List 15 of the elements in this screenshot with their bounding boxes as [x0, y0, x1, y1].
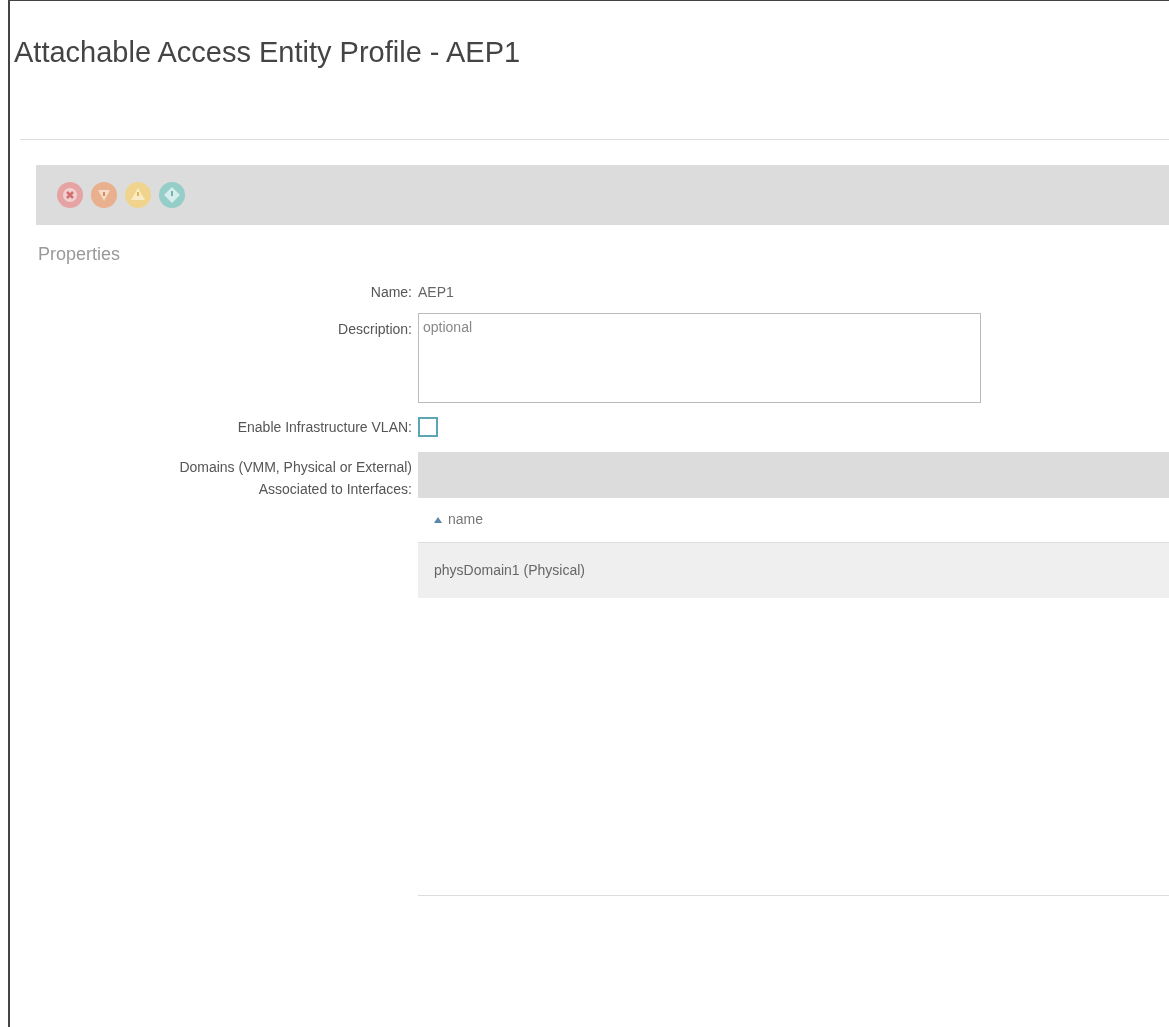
field-label: Name: [369, 282, 413, 302]
column-header[interactable]: name [418, 497, 1169, 543]
table-row[interactable]: physDomain1 (Physical) [418, 542, 1169, 598]
info-icon[interactable] [158, 180, 186, 209]
section-heading: Properties [38, 242, 122, 266]
checkbox[interactable] [418, 417, 438, 437]
warning-icon[interactable] [124, 180, 152, 209]
page-title: Attachable Access Entity Profile - AEP1 [13, 35, 522, 70]
major-fault-icon[interactable] [90, 180, 118, 209]
field-label: Domains (VMM, Physical or External) Associated to Interfaces: [178, 457, 413, 499]
name-value: AEP1 [418, 282, 454, 302]
field-label: Enable Infrastructure VLAN: [236, 417, 413, 437]
critical-fault-icon[interactable] [56, 180, 84, 209]
field-label: Description: [337, 319, 413, 339]
description-field[interactable]: optional [418, 312, 981, 403]
